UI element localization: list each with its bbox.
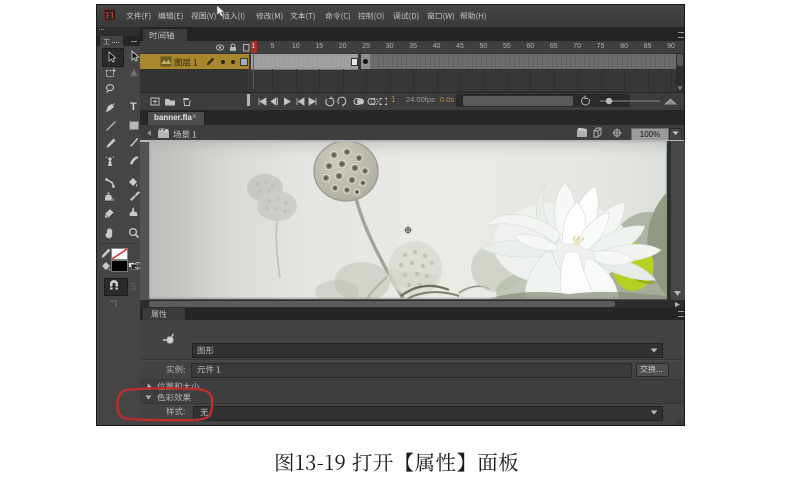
svg-text:Fl: Fl bbox=[106, 10, 114, 20]
